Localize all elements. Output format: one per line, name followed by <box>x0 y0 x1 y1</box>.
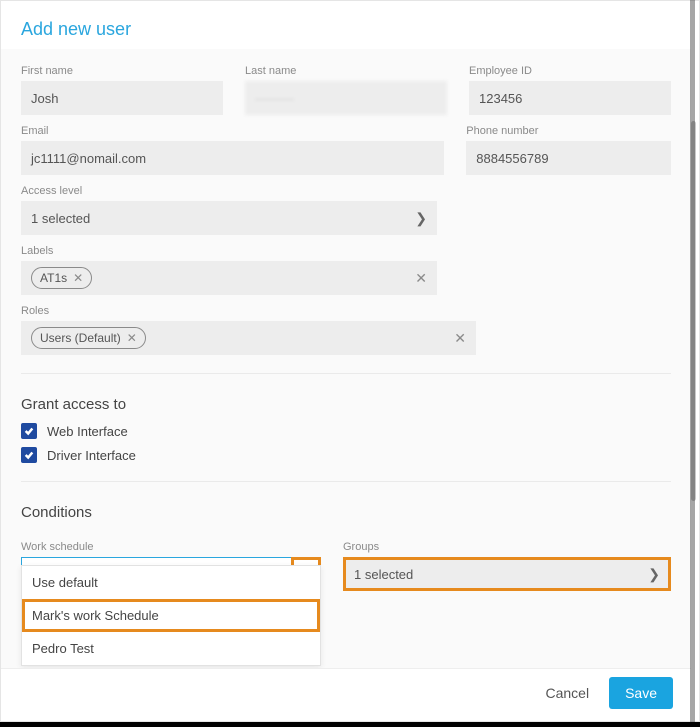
groups-label: Groups <box>343 541 671 553</box>
phone-field[interactable]: 8884556789 <box>466 141 671 175</box>
checkbox-checked-icon[interactable] <box>21 447 37 463</box>
groups-select[interactable]: 1 selected ❯ <box>343 557 671 591</box>
window-shadow <box>690 0 695 722</box>
work-schedule-label: Work schedule <box>21 541 321 553</box>
first-name-value: Josh <box>31 91 58 106</box>
role-chip-text: Users (Default) <box>40 331 121 345</box>
checkbox-checked-icon[interactable] <box>21 423 37 439</box>
email-label: Email <box>21 125 444 137</box>
conditions-heading: Conditions <box>21 504 671 521</box>
employee-id-field[interactable]: 123456 <box>469 81 671 115</box>
access-level-select[interactable]: 1 selected ❯ <box>21 201 437 235</box>
row-name-id: First name Josh Last name ——— Employee I… <box>21 55 671 115</box>
schedule-option[interactable]: Use default <box>22 566 320 599</box>
bottom-border <box>0 722 700 727</box>
remove-role-icon[interactable]: ✕ <box>127 331 137 345</box>
grant-access-heading: Grant access to <box>21 396 671 413</box>
groups-value: 1 selected <box>354 567 413 582</box>
role-chip[interactable]: Users (Default) ✕ <box>31 327 146 349</box>
email-field[interactable]: jc1111@nomail.com <box>21 141 444 175</box>
chevron-right-icon: ❯ <box>648 566 660 583</box>
phone-label: Phone number <box>466 125 671 137</box>
driver-interface-option[interactable]: Driver Interface <box>21 447 671 463</box>
label-chip-text: AT1s <box>40 271 67 285</box>
phone-value: 8884556789 <box>476 151 548 166</box>
web-interface-label: Web Interface <box>47 424 128 439</box>
work-schedule-dropdown: Use default Mark's work Schedule Pedro T… <box>21 565 321 666</box>
access-level-label: Access level <box>21 185 671 197</box>
chevron-right-icon: ❯ <box>415 210 427 227</box>
roles-field[interactable]: Users (Default) ✕ ✕ <box>21 321 476 355</box>
remove-label-icon[interactable]: ✕ <box>73 271 83 285</box>
email-value: jc1111@nomail.com <box>31 151 146 166</box>
web-interface-option[interactable]: Web Interface <box>21 423 671 439</box>
labels-label: Labels <box>21 245 671 257</box>
access-level-value: 1 selected <box>31 211 90 226</box>
clear-roles-icon[interactable]: ✕ <box>454 330 466 347</box>
driver-interface-label: Driver Interface <box>47 448 136 463</box>
divider <box>21 481 671 482</box>
dialog-footer: Cancel Save <box>1 668 691 716</box>
schedule-option[interactable]: Mark's work Schedule <box>22 599 320 632</box>
row-email-phone: Email jc1111@nomail.com Phone number 888… <box>21 115 671 175</box>
cancel-button[interactable]: Cancel <box>539 684 595 702</box>
form-body: First name Josh Last name ——— Employee I… <box>1 49 691 673</box>
employee-id-value: 123456 <box>479 91 522 106</box>
label-chip[interactable]: AT1s ✕ <box>31 267 92 289</box>
divider <box>21 373 671 374</box>
dialog-title: Add new user <box>1 1 699 46</box>
first-name-field[interactable]: Josh <box>21 81 223 115</box>
schedule-option[interactable]: Pedro Test <box>22 632 320 665</box>
dialog-frame: Add new user First name Josh Last name —… <box>0 0 700 722</box>
conditions-row: Work schedule Use default Mark's work Sc… <box>21 531 671 591</box>
first-name-label: First name <box>21 65 223 77</box>
last-name-value: ——— <box>255 91 294 106</box>
save-button[interactable]: Save <box>609 677 673 709</box>
last-name-label: Last name <box>245 65 447 77</box>
roles-label: Roles <box>21 305 671 317</box>
clear-labels-icon[interactable]: ✕ <box>415 270 427 287</box>
labels-field[interactable]: AT1s ✕ ✕ <box>21 261 437 295</box>
last-name-field[interactable]: ——— <box>245 81 447 115</box>
employee-id-label: Employee ID <box>469 65 671 77</box>
